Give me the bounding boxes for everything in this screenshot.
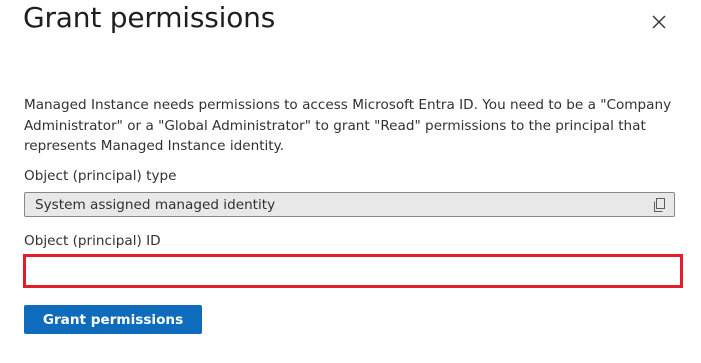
principal-id-input[interactable] <box>26 257 680 285</box>
permissions-description: Managed Instance needs permissions to ac… <box>24 97 672 154</box>
principal-type-field[interactable]: System assigned managed identity <box>24 192 675 217</box>
principal-type-label: Object (principal) type <box>24 168 177 184</box>
page-title: Grant permissions <box>23 1 276 34</box>
principal-id-field-highlight <box>23 254 683 288</box>
copy-icon[interactable] <box>653 198 666 212</box>
grant-permissions-panel: Grant permissions Managed Instance needs… <box>0 0 701 363</box>
principal-type-value: System assigned managed identity <box>35 197 276 213</box>
grant-permissions-button[interactable]: Grant permissions <box>24 305 202 334</box>
principal-id-label: Object (principal) ID <box>24 233 161 249</box>
close-icon[interactable] <box>648 11 670 33</box>
